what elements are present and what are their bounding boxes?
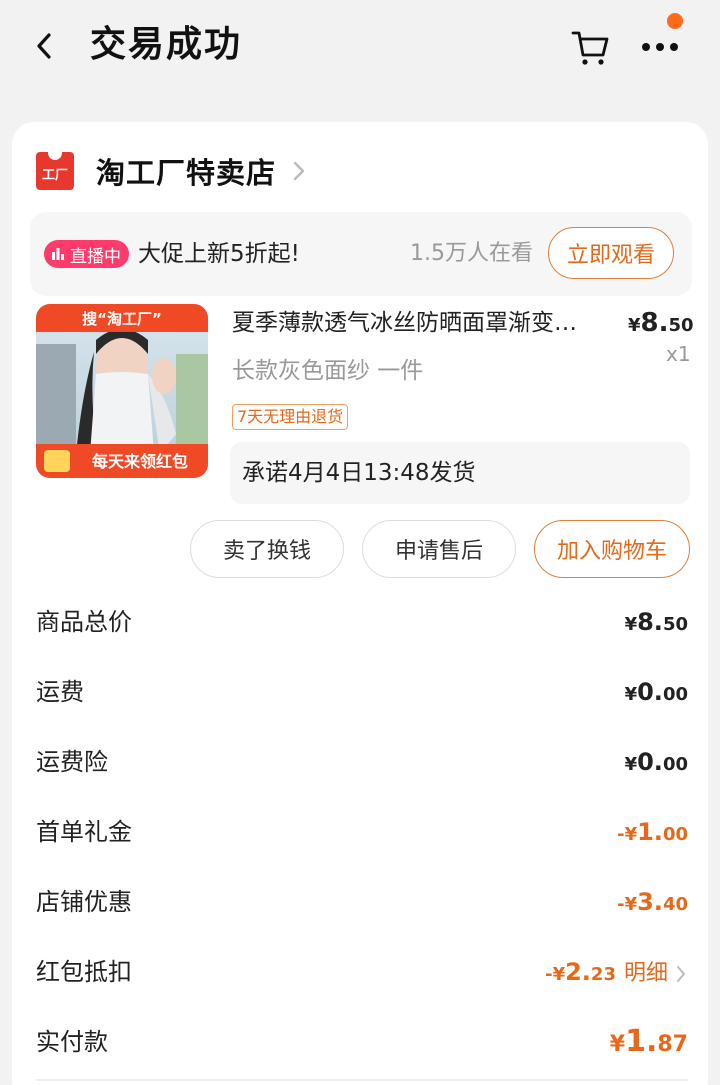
product-quantity: x1	[666, 342, 691, 366]
after-sale-button[interactable]: 申请售后	[362, 520, 516, 578]
shipping-promise: 承诺4月4日13:48发货	[230, 442, 690, 504]
summary-value: -¥3.40	[617, 888, 688, 916]
more-button[interactable]	[636, 26, 686, 68]
divider	[36, 1079, 688, 1081]
summary-row-shipping: 运费 ¥0.00	[36, 672, 688, 712]
summary-label: 运费险	[36, 748, 108, 776]
summary-value: -¥2.23 明细	[545, 952, 688, 995]
summary-label: 红包抵扣	[36, 958, 132, 986]
shop-logo: 工厂	[36, 152, 74, 190]
product-image-top-text: 搜“淘工厂”	[82, 310, 162, 328]
product-name[interactable]: 夏季薄款透气冰丝防晒面罩渐变…	[232, 306, 612, 340]
shop-header[interactable]: 工厂 淘工厂特卖店	[36, 150, 308, 192]
watch-now-button[interactable]: 立即观看	[548, 227, 674, 279]
summary-row-total: 商品总价 ¥8.50	[36, 602, 688, 642]
summary-label: 运费	[36, 678, 84, 706]
product-image-bottom-text: 每天来领红包	[92, 452, 188, 471]
page-title: 交易成功	[90, 24, 243, 65]
summary-label: 首单礼金	[36, 818, 132, 846]
sell-button[interactable]: 卖了换钱	[190, 520, 344, 578]
chevron-left-icon	[37, 33, 51, 59]
summary-value: ¥0.00	[624, 748, 688, 776]
top-bar: 交易成功	[0, 0, 720, 100]
summary-value: ¥8.50	[624, 608, 688, 636]
product-spec: 长款灰色面纱 一件	[232, 358, 424, 384]
paid-amount: ¥1.87	[609, 1024, 688, 1059]
summary-row-first-gift: 首单礼金 -¥1.00	[36, 812, 688, 852]
summary-row-redpack: 红包抵扣 -¥2.23 明细	[36, 952, 688, 992]
bar-chart-icon	[52, 248, 64, 260]
cart-button[interactable]	[570, 26, 612, 68]
live-badge: 直播中	[44, 240, 129, 268]
live-banner[interactable]: 直播中 大促上新5折起! 1.5万人在看 立即观看	[30, 212, 692, 296]
back-button[interactable]	[26, 28, 62, 64]
chevron-right-icon	[677, 966, 685, 982]
summary-label: 店铺优惠	[36, 888, 132, 916]
product-image[interactable]: 搜“淘工厂” 每天来领红包	[36, 304, 208, 478]
more-dots-icon	[642, 43, 678, 51]
notification-dot	[667, 13, 683, 29]
shop-logo-text: 工厂	[41, 167, 68, 182]
summary-value: -¥1.00	[617, 818, 688, 846]
return-policy-tag: 7天无理由退货	[232, 404, 349, 430]
summary-row-insurance: 运费险 ¥0.00	[36, 742, 688, 782]
chevron-right-icon	[293, 161, 305, 181]
live-badge-label: 直播中	[70, 246, 121, 267]
shipping-promise-text: 承诺4月4日13:48发货	[242, 460, 476, 486]
summary-label: 商品总价	[36, 608, 132, 636]
live-viewer-count: 1.5万人在看	[410, 241, 533, 266]
add-to-cart-button[interactable]: 加入购物车	[534, 520, 690, 578]
product-photo: 搜“淘工厂” 每天来领红包	[36, 304, 208, 478]
cart-icon	[571, 31, 609, 65]
summary-value: ¥0.00	[624, 678, 688, 706]
summary-row-paid: 实付款 ¥1.87	[36, 1022, 688, 1062]
order-card: 工厂 淘工厂特卖店 直播中 大促上新5折起! 1.5万人在看 立即观看 搜“淘工…	[12, 122, 708, 1085]
product-price: ¥8.50	[628, 308, 694, 338]
summary-row-shop-discount: 店铺优惠 -¥3.40	[36, 882, 688, 922]
summary-label: 实付款	[36, 1028, 108, 1056]
live-promo-text: 大促上新5折起!	[138, 241, 300, 267]
redpack-detail-link[interactable]: 明细	[624, 954, 688, 994]
shop-name: 淘工厂特卖店	[96, 156, 277, 190]
